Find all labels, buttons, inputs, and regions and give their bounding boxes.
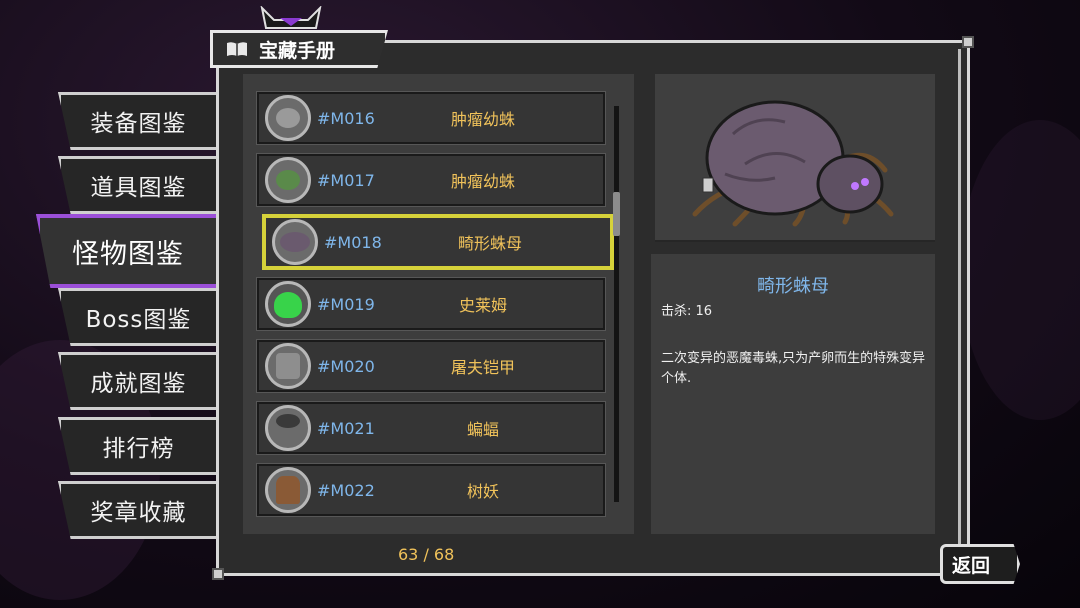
monster-id: #M022 [317,480,375,500]
sidebar-item-label: 排行榜 [102,436,175,462]
monster-row[interactable]: #M017 肿瘤幼蛛 [256,153,606,207]
sidebar-item-label: 奖章收藏 [90,500,187,526]
monster-row[interactable]: #M021 蝙蝠 [256,401,606,455]
monster-name: 肿瘤幼蛛 [450,172,515,191]
monster-id: #M020 [317,356,375,376]
detail-description: 二次变异的恶魔毒蛛,只为产卵而生的特殊变异个体. [661,351,926,386]
monster-detail-panel: 畸形蛛母 击杀: 16 二次变异的恶魔毒蛛,只为产卵而生的特殊变异个体. [651,254,935,534]
slime-icon [265,281,311,327]
monster-id: #M016 [317,108,375,128]
monster-row-selected[interactable]: #M018 畸形蛛母 [262,214,614,270]
corner-bolt [962,36,974,48]
demon-horns-icon [260,6,322,29]
sidebar-item-label: 道具图鉴 [90,175,187,201]
treant-icon [265,467,311,513]
back-button[interactable]: 返回 [940,544,1020,584]
detail-monster-name: 畸形蛛母 [757,276,829,297]
sidebar-item-monsters[interactable]: 怪物图鉴 [36,214,216,288]
sidebar-item-items[interactable]: 道具图鉴 [58,156,216,214]
sidebar-item-medals[interactable]: 奖章收藏 [58,481,216,539]
sidebar-item-boss[interactable]: Boss图鉴 [58,288,216,346]
monster-id: #M021 [317,418,375,438]
butcher-armor-icon [265,343,311,389]
sidebar-item-label: 怪物图鉴 [72,238,184,270]
sidebar-item-achievements[interactable]: 成就图鉴 [58,352,216,410]
spider-mother-icon [692,100,894,227]
header-tab: 宝藏手册 [210,30,388,68]
sidebar-item-label: Boss图鉴 [85,307,192,333]
detail-kill-count: 击杀: 16 [661,304,713,319]
sidebar-item-label: 成就图鉴 [90,371,187,397]
book-icon [227,42,247,56]
small-spider-icon [265,95,311,141]
spider-mother-icon [272,219,318,265]
page-counter: 63 / 68 [398,545,455,564]
background-blob [960,120,1080,420]
monster-preview-panel [655,74,935,242]
monster-row[interactable]: #M020 屠夫铠甲 [256,339,606,393]
monster-row[interactable]: #M022 树妖 [256,463,606,517]
sidebar-item-leaderboard[interactable]: 排行榜 [58,417,216,475]
scrollbar-track[interactable] [614,106,619,502]
sidebar-item-equipment[interactable]: 装备图鉴 [58,92,216,150]
monster-name: 肿瘤幼蛛 [450,110,515,129]
page-title: 宝藏手册 [259,39,336,62]
scrollbar-thumb[interactable] [613,192,620,236]
bat-icon [265,405,311,451]
corner-bolt [212,568,224,580]
monster-list-panel: #M016 肿瘤幼蛛 #M017 肿瘤幼蛛 #M018 畸形蛛母 #M019 史… [243,74,634,534]
monster-row[interactable]: #M019 史莱姆 [256,277,606,331]
monster-id: #M019 [317,294,375,314]
monster-name: 树妖 [466,482,499,501]
sidebar-item-label: 装备图鉴 [90,111,187,137]
monster-row[interactable]: #M016 肿瘤幼蛛 [256,91,606,145]
monster-name: 屠夫铠甲 [450,358,515,377]
monster-name: 史莱姆 [458,296,507,315]
monster-id: #M017 [317,170,375,190]
monster-name: 畸形蛛母 [457,234,522,253]
monster-name: 蝙蝠 [466,420,499,439]
green-spider-icon [265,157,311,203]
back-button-label: 返回 [952,554,991,577]
monster-id: #M018 [324,232,382,252]
